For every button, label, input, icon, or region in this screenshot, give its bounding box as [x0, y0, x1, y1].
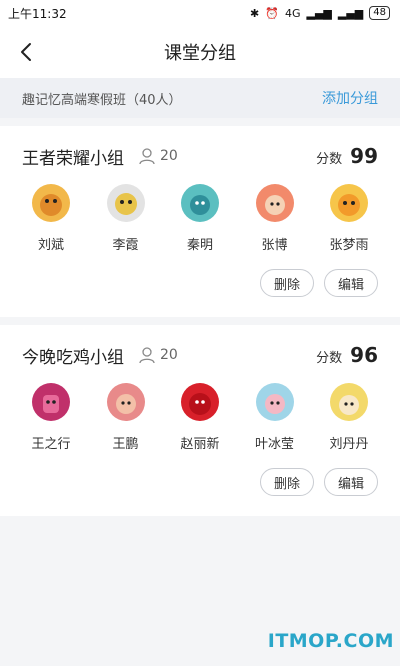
wifi-signal-icon: ▂▄▆: [337, 6, 364, 20]
add-group-button[interactable]: 添加分组: [322, 88, 378, 108]
member-list: 刘斌 李霞 秦明 张博 张梦雨: [22, 184, 378, 253]
person-icon: [139, 347, 155, 364]
network-label: 4G: [284, 6, 301, 20]
member-name: 张梦雨: [329, 238, 369, 253]
score-label: 分数: [316, 351, 343, 366]
member-name: 赵丽新: [180, 437, 220, 452]
member-item[interactable]: 刘斌: [22, 184, 80, 253]
signal-icon: ▂▄▆: [306, 6, 332, 20]
group-name: 今晚吃鸡小组: [22, 347, 124, 368]
bluetooth-icon: ✱: [250, 6, 260, 20]
member-name: 叶冰莹: [254, 437, 294, 452]
group-name: 王者荣耀小组: [22, 148, 124, 169]
member-item[interactable]: 王鹏: [97, 383, 155, 452]
delete-group-button[interactable]: 删除: [260, 269, 314, 297]
avatar: [255, 383, 294, 421]
member-count-value: 20: [160, 148, 178, 164]
member-count: 20: [138, 147, 178, 165]
battery-icon: 48: [369, 6, 390, 20]
member-name: 刘丹丹: [329, 437, 369, 452]
avatar: [32, 383, 70, 421]
avatar: [32, 184, 70, 222]
group-card: 今晚吃鸡小组 20 分数 96 王之行 王鹏 赵丽新 叶冰莹 刘丹丹 删除 编辑: [0, 325, 400, 516]
avatar: [106, 184, 145, 222]
class-name: 趣记忆高端寒假班（40人）: [22, 92, 182, 108]
group-header: 今晚吃鸡小组 20 分数 96: [22, 325, 378, 385]
chevron-left-icon: [21, 43, 31, 61]
edit-group-button[interactable]: 编辑: [324, 468, 378, 496]
member-name: 秦明: [186, 238, 213, 253]
member-item[interactable]: 叶冰莹: [246, 383, 304, 452]
member-item[interactable]: 张梦雨: [320, 184, 378, 253]
score-label: 分数: [316, 152, 343, 167]
group-actions: 删除 编辑: [22, 253, 378, 317]
nav-bar: 课堂分组: [0, 26, 400, 78]
group-header: 王者荣耀小组 20 分数 99: [22, 126, 378, 186]
avatar: [106, 383, 145, 421]
avatar: [181, 184, 219, 222]
avatar: [330, 383, 368, 421]
member-item[interactable]: 张博: [246, 184, 304, 253]
member-item[interactable]: 李霞: [97, 184, 155, 253]
edit-group-button[interactable]: 编辑: [324, 269, 378, 297]
avatar: [181, 383, 219, 421]
group-score: 分数 96: [316, 343, 378, 367]
alarm-icon: ⏰: [265, 6, 279, 20]
member-name: 李霞: [112, 238, 139, 253]
member-list: 王之行 王鹏 赵丽新 叶冰莹 刘丹丹: [22, 383, 378, 452]
member-item[interactable]: 秦明: [171, 184, 229, 253]
score-value: 99: [350, 144, 378, 168]
group-score: 分数 99: [316, 144, 378, 168]
avatar: [255, 184, 294, 222]
status-time: 上午11:32: [8, 6, 67, 21]
score-value: 96: [350, 343, 378, 367]
member-item[interactable]: 赵丽新: [171, 383, 229, 452]
avatar: [330, 184, 368, 222]
delete-group-button[interactable]: 删除: [260, 468, 314, 496]
status-icons: ✱ ⏰ 4G ▂▄▆ ▂▄▆ 48: [250, 6, 390, 20]
member-name: 王之行: [31, 437, 71, 452]
group-actions: 删除 编辑: [22, 452, 378, 516]
back-button[interactable]: [14, 38, 38, 66]
status-bar: 上午11:32 ✱ ⏰ 4G ▂▄▆ ▂▄▆ 48: [0, 0, 400, 26]
member-count: 20: [138, 346, 178, 364]
watermark: ITMOP.COM: [267, 630, 394, 652]
member-item[interactable]: 王之行: [22, 383, 80, 452]
member-name: 王鹏: [112, 437, 139, 452]
class-info-row: 趣记忆高端寒假班（40人） 添加分组: [0, 78, 400, 118]
group-card: 王者荣耀小组 20 分数 99 刘斌 李霞 秦明 张博 张梦雨 删除 编辑: [0, 126, 400, 317]
member-item[interactable]: 刘丹丹: [320, 383, 378, 452]
member-name: 张博: [261, 238, 288, 253]
person-icon: [139, 148, 155, 165]
page-title: 课堂分组: [164, 43, 236, 64]
member-count-value: 20: [160, 347, 178, 363]
member-name: 刘斌: [37, 238, 64, 253]
